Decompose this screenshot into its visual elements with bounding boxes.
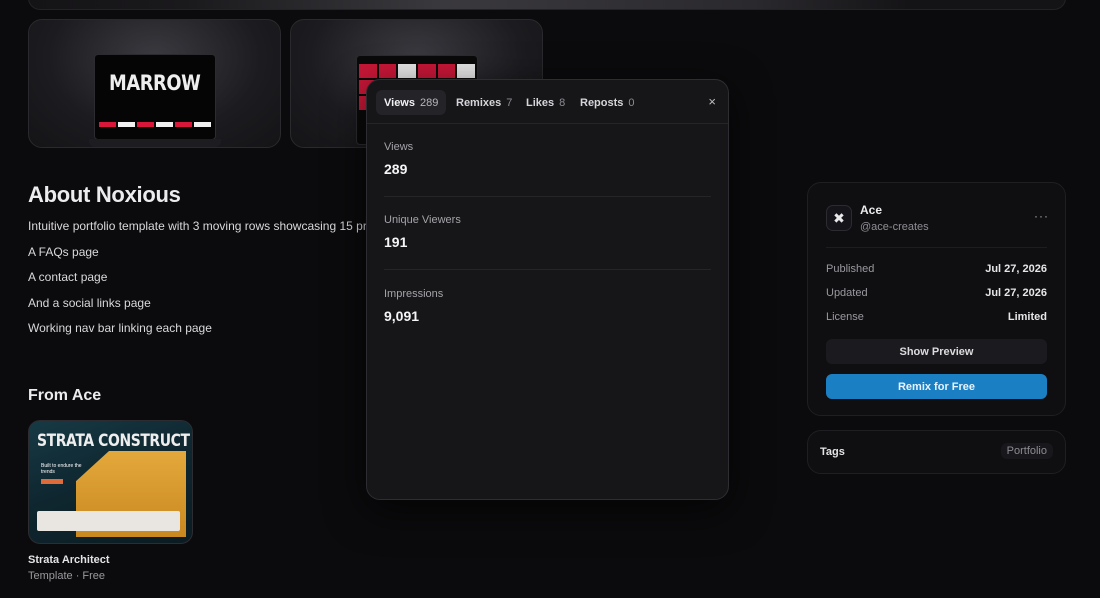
tag-chip-portfolio[interactable]: Portfolio xyxy=(1000,443,1053,459)
tab-label: Likes xyxy=(526,96,555,109)
info-value: Jul 27, 2026 xyxy=(985,263,1047,275)
info-value: Jul 27, 2026 xyxy=(985,287,1047,299)
tab-label: Remixes xyxy=(456,96,502,109)
creator-handle: @ace-creates xyxy=(860,221,929,233)
info-row-updated: Updated Jul 27, 2026 xyxy=(826,287,1047,301)
mockup-image-strip xyxy=(99,122,211,127)
stat-label: Views xyxy=(384,141,414,153)
more-options-icon[interactable]: ··· xyxy=(1034,209,1049,223)
mockup-brand-text: MARROW xyxy=(109,71,201,95)
tab-label: Reposts xyxy=(580,96,624,109)
card-thumb-button xyxy=(41,479,63,484)
about-feature-item: And a social links page xyxy=(28,295,151,310)
tab-label: Views xyxy=(384,96,415,109)
stats-tab-bar: Views 289 Remixes 7 Likes 8 Reposts 0 × xyxy=(367,80,728,124)
info-key: Updated xyxy=(826,287,868,299)
stat-unique-viewers: Unique Viewers 191 xyxy=(384,214,711,250)
tab-count: 0 xyxy=(628,96,635,109)
divider xyxy=(384,269,711,270)
template-card-thumbnail[interactable]: STRATA CONSTRUCT Built to endure the tre… xyxy=(28,420,193,544)
about-feature-item: A FAQs page xyxy=(28,244,99,259)
from-creator-title: From Ace xyxy=(28,387,102,404)
info-row-license: License Limited xyxy=(826,311,1047,325)
stat-views: Views 289 xyxy=(384,141,711,177)
remix-button[interactable]: Remix for Free xyxy=(826,374,1047,399)
divider xyxy=(826,247,1047,248)
info-row-published: Published Jul 27, 2026 xyxy=(826,263,1047,277)
show-preview-button[interactable]: Show Preview xyxy=(826,339,1047,364)
tags-label: Tags xyxy=(820,446,845,458)
stats-modal: Views 289 Remixes 7 Likes 8 Reposts 0 × … xyxy=(366,79,729,500)
tab-views[interactable]: Views 289 xyxy=(376,90,447,115)
gallery-thumbnail-1[interactable]: MARROW xyxy=(28,19,281,148)
info-key: License xyxy=(826,311,864,323)
tab-count: 7 xyxy=(506,96,513,109)
laptop-base xyxy=(89,139,221,147)
creator-name[interactable]: Ace xyxy=(860,203,882,217)
stat-impressions: Impressions 9,091 xyxy=(384,288,711,324)
about-feature-item: Working nav bar linking each page xyxy=(28,321,212,335)
tab-count: 8 xyxy=(559,96,566,109)
tab-likes[interactable]: Likes 8 xyxy=(518,90,573,115)
creator-info-panel: ✖ Ace @ace-creates ··· Published Jul 27,… xyxy=(807,182,1066,416)
stat-value: 289 xyxy=(384,161,408,177)
info-value: Limited xyxy=(1007,311,1047,323)
hero-preview-strip[interactable] xyxy=(28,0,1066,10)
card-thumb-footer xyxy=(37,511,180,531)
about-feature-list: Intuitive portfolio template with 3 movi… xyxy=(28,219,373,347)
card-thumb-tagline: Built to endure the trends xyxy=(41,463,82,475)
divider xyxy=(384,196,711,197)
close-icon[interactable]: × xyxy=(708,94,716,109)
tab-count: 289 xyxy=(420,96,439,109)
about-title: About Noxious xyxy=(28,182,181,207)
stat-label: Unique Viewers xyxy=(384,214,461,226)
tab-remixes[interactable]: Remixes 7 xyxy=(448,90,520,115)
template-card-meta: Template · Free xyxy=(28,570,106,582)
stat-value: 9,091 xyxy=(384,308,420,324)
card-thumb-heading: STRATA CONSTRUCT xyxy=(37,431,190,451)
info-key: Published xyxy=(826,263,875,275)
about-feature-item: Intuitive portfolio template with 3 movi… xyxy=(28,219,373,233)
about-feature-item: A contact page xyxy=(28,270,108,284)
stat-label: Impressions xyxy=(384,288,444,300)
stat-value: 191 xyxy=(384,234,408,250)
tab-reposts[interactable]: Reposts 0 xyxy=(572,90,643,115)
template-card-title[interactable]: Strata Architect xyxy=(28,554,110,566)
avatar[interactable]: ✖ xyxy=(826,205,852,231)
tags-panel: Tags Portfolio xyxy=(807,430,1066,474)
laptop-mockup: MARROW xyxy=(89,54,221,147)
